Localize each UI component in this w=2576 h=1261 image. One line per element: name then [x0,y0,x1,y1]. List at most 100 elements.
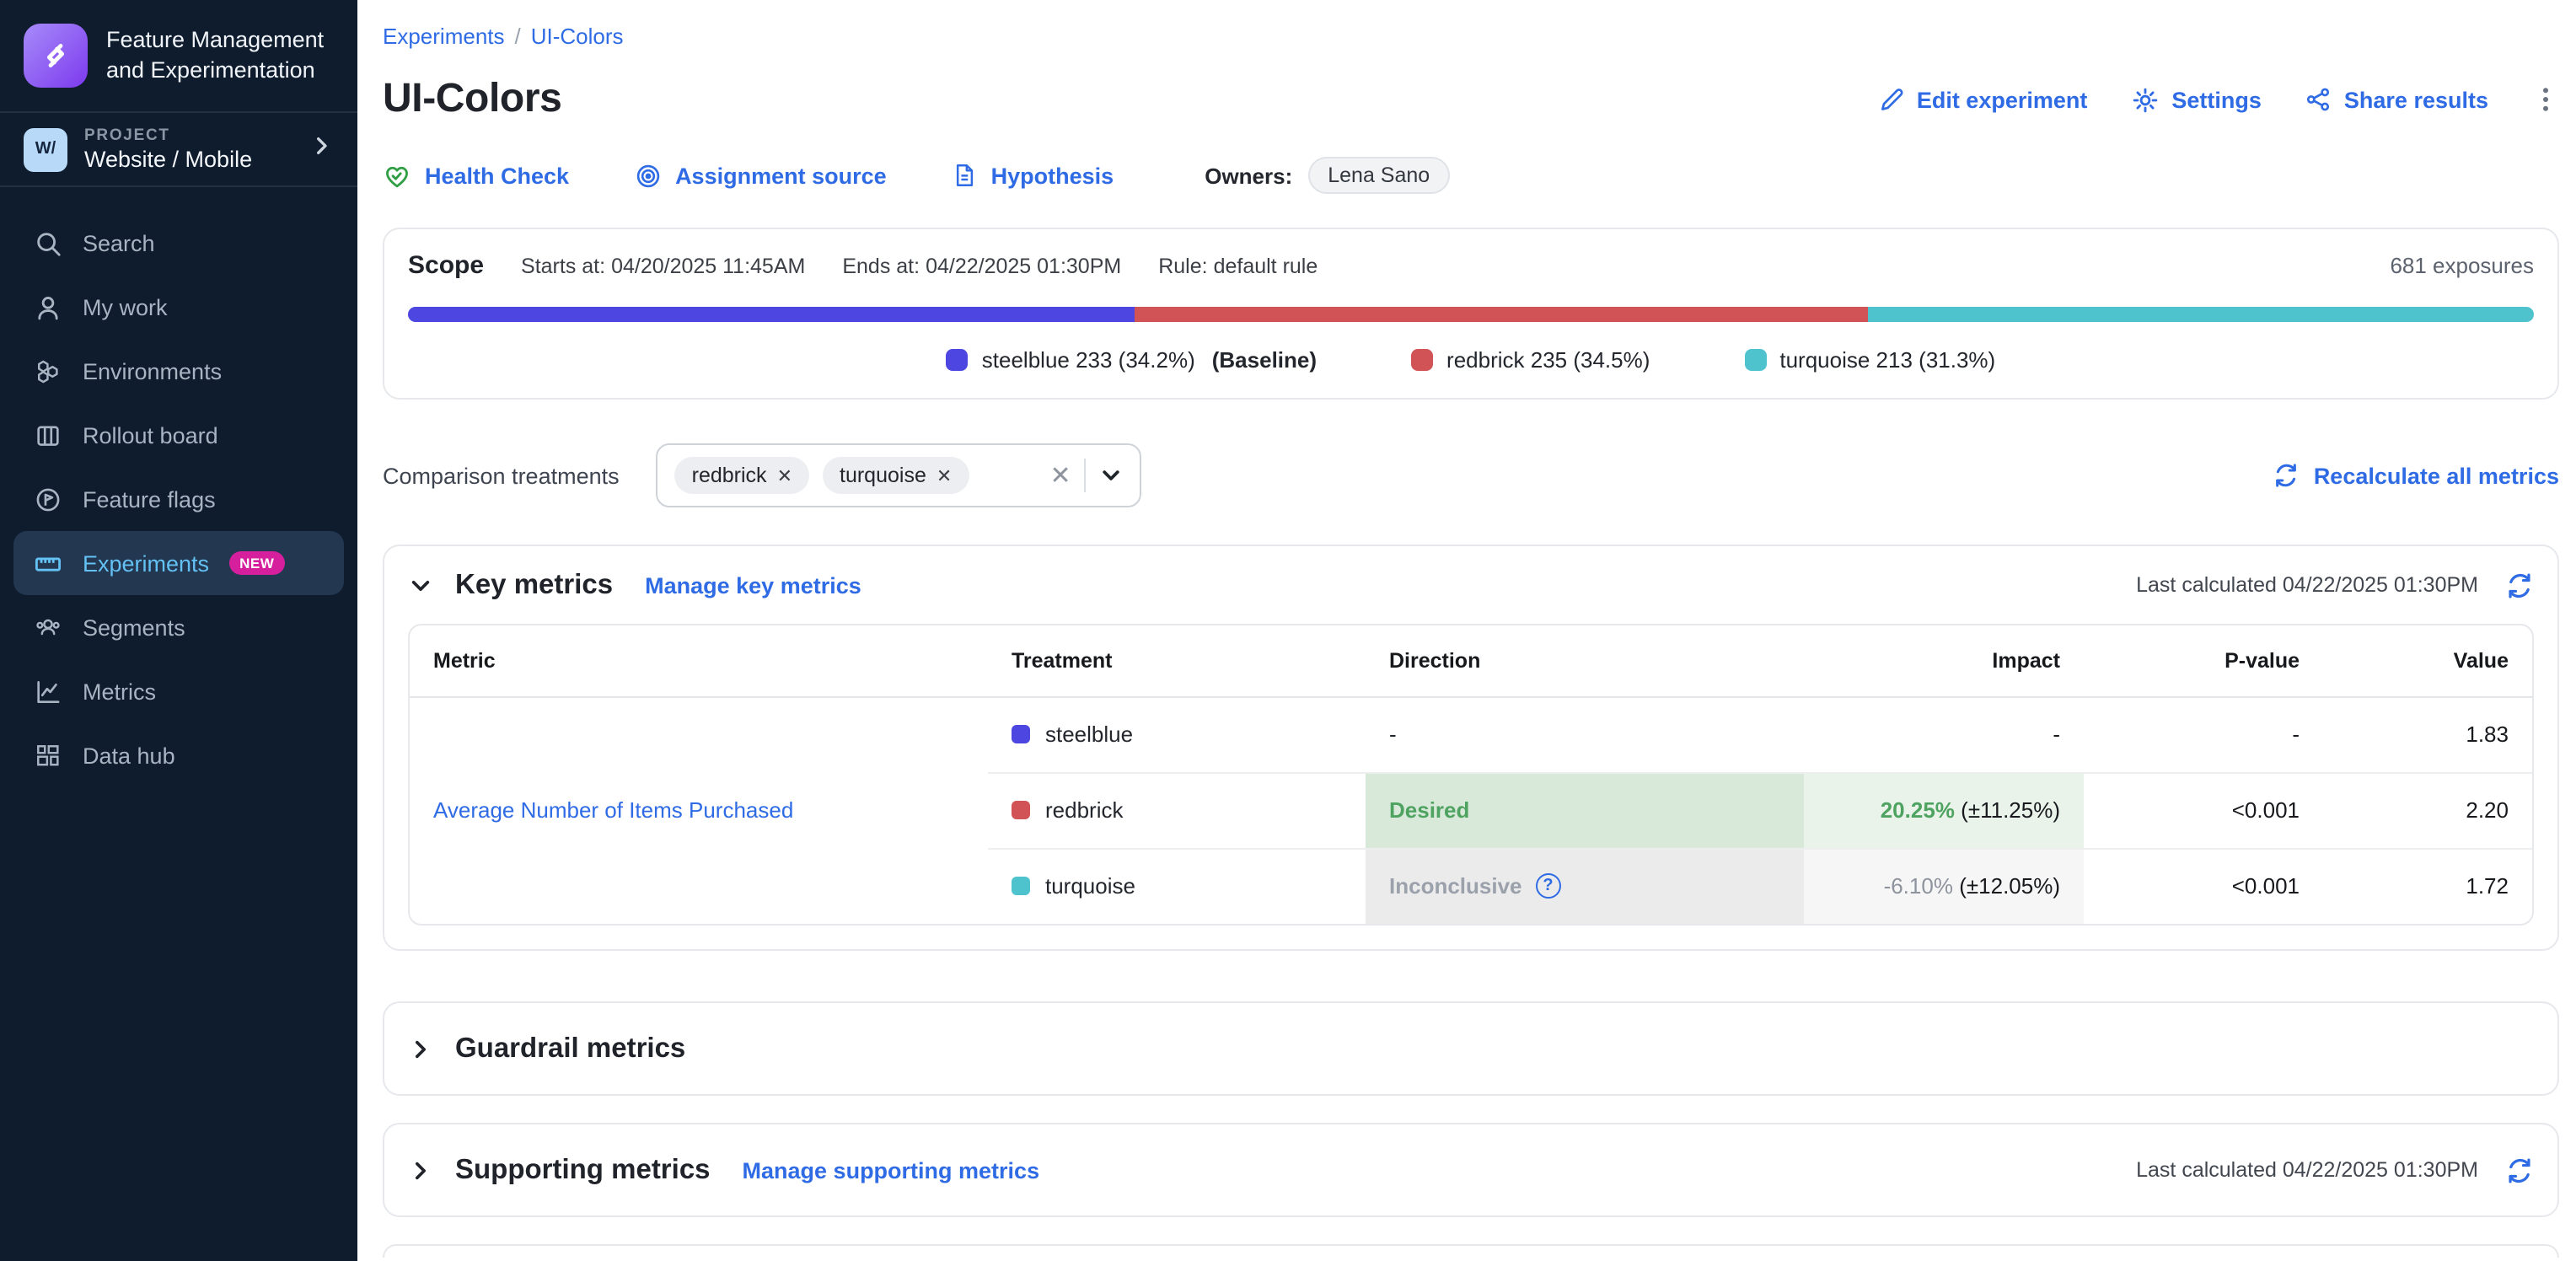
treatment-distribution-bar [408,307,2534,322]
key-metrics-title: Key metrics [455,569,613,601]
chevron-right-icon [309,132,334,166]
sidebar: Feature Management and Experimentation W… [0,0,357,1261]
guardrail-metrics-title: Guardrail metrics [455,1033,685,1065]
collapse-chevron-right-icon[interactable] [408,1036,433,1061]
chip-turquoise[interactable]: turquoise ✕ [823,457,969,494]
app-title: Feature Management and Experimentation [106,25,324,85]
manage-key-metrics-link[interactable]: Manage key metrics [645,572,861,598]
recalculate-all-metrics-button[interactable]: Recalculate all metrics [2273,462,2559,489]
turquoise-swatch [1744,349,1766,371]
document-icon [951,162,978,189]
new-badge: NEW [229,551,284,575]
owner-pill[interactable]: Lena Sano [1307,157,1450,194]
scope-card: Scope Starts at: 04/20/2025 11:45AM Ends… [383,228,2559,400]
gear-icon [2131,85,2160,114]
supporting-metrics-card: Supporting metrics Manage supporting met… [383,1123,2559,1217]
comparison-treatments-select[interactable]: redbrick ✕ turquoise ✕ ✕ [657,443,1142,507]
project-switcher[interactable]: W/ PROJECT Website / Mobile [0,113,357,187]
baseline-label: (Baseline) [1212,347,1317,373]
edit-experiment-button[interactable]: Edit experiment [1878,86,2088,113]
app-root: Feature Management and Experimentation W… [0,0,2576,1261]
pvalue-value: - [2292,722,2300,747]
metric-name-link[interactable]: Average Number of Items Purchased [433,798,793,824]
page-title: UI-Colors [383,76,561,123]
kebab-menu-button[interactable] [2532,84,2559,115]
col-treatment: Treatment [988,625,1366,696]
health-check-link[interactable]: Health Check [383,161,569,190]
scope-title: Scope [408,251,484,280]
settings-button[interactable]: Settings [2131,85,2262,114]
project-label: PROJECT [84,126,252,145]
owners: Owners: Lena Sano [1205,157,1450,194]
sidebar-item-feature-flags[interactable]: Feature flags [13,467,344,531]
scope-ends: Ends at: 04/22/2025 01:30PM [842,255,1121,278]
col-metric: Metric [410,625,988,696]
refresh-icon [2273,462,2300,489]
sidebar-item-rollout-board[interactable]: Rollout board [13,403,344,467]
remove-chip-icon[interactable]: ✕ [936,464,952,486]
exposures-count: 681 exposures [2390,253,2534,278]
impact-ci: (±11.25%) [1961,797,2060,823]
refresh-icon[interactable] [2505,571,2534,599]
steelblue-swatch [947,349,969,371]
refresh-icon[interactable] [2505,1156,2534,1184]
project-avatar: W/ [24,127,67,171]
treatment-name: redbrick [1045,797,1124,823]
legend-item-steelblue: steelblue 233 (34.2%) (Baseline) [947,347,1317,373]
share-results-button[interactable]: Share results [2305,86,2488,113]
hexagons-icon [34,357,62,385]
scope-starts: Starts at: 04/20/2025 11:45AM [521,255,805,278]
manage-supporting-metrics-link[interactable]: Manage supporting metrics [743,1157,1040,1183]
line-chart-icon [34,677,62,706]
direction-value: Desired [1389,797,1469,823]
key-metrics-last-calculated: Last calculated 04/22/2025 01:30PM [2136,573,2478,597]
sidebar-nav: Search My work Environments Rollout boar… [0,187,357,811]
select-divider [1085,459,1087,492]
col-impact: Impact [1804,625,2084,696]
value-value: 1.83 [2466,722,2509,747]
search-icon [34,228,62,257]
bar-segment-redbrick [1135,307,1869,322]
value-value: 1.72 [2466,874,2509,899]
chevron-down-icon[interactable] [1100,464,1124,487]
comparison-row: Comparison treatments redbrick ✕ turquoi… [383,443,2559,507]
remove-chip-icon[interactable]: ✕ [777,464,792,486]
main-content: Experiments / UI-Colors UI-Colors Edit e… [357,0,2576,1261]
next-section-card-edge [383,1244,2559,1258]
table-row-steelblue: Average Number of Items Purchased steelb… [410,696,2532,772]
steelblue-swatch [1012,725,1030,743]
sidebar-item-environments[interactable]: Environments [13,339,344,403]
project-name: Website / Mobile [84,147,252,172]
sidebar-item-my-work[interactable]: My work [13,275,344,339]
turquoise-swatch [1012,877,1030,896]
impact-value: 20.25% [1881,797,1955,823]
sidebar-item-segments[interactable]: Segments [13,595,344,659]
collapse-chevron-down-icon[interactable] [408,572,433,598]
sidebar-item-data-hub[interactable]: Data hub [13,723,344,787]
chip-redbrick[interactable]: redbrick ✕ [675,457,809,494]
value-value: 2.20 [2466,797,2509,823]
breadcrumb-current-link[interactable]: UI-Colors [531,24,624,49]
app-logo-icon [24,24,88,88]
table-header-row: Metric Treatment Direction Impact P-valu… [410,625,2532,696]
ruler-icon [34,549,62,577]
experiment-meta-row: Health Check Assignment source Hypothesi… [383,157,2559,194]
clear-selection-icon[interactable]: ✕ [1049,460,1071,491]
hypothesis-link[interactable]: Hypothesis [951,162,1114,189]
assignment-source-link[interactable]: Assignment source [633,161,887,190]
sidebar-item-metrics[interactable]: Metrics [13,659,344,723]
legend-item-redbrick: redbrick 235 (34.5%) [1411,347,1650,373]
heart-check-icon [383,161,411,190]
help-icon[interactable]: ? [1536,874,1561,899]
sidebar-item-search[interactable]: Search [13,211,344,275]
impact-value: - [2053,722,2060,747]
flag-circle-icon [34,485,62,513]
columns-icon [34,421,62,449]
supporting-metrics-title: Supporting metrics [455,1154,711,1186]
sidebar-item-experiments[interactable]: Experiments NEW [13,531,344,595]
collapse-chevron-right-icon[interactable] [408,1157,433,1183]
guardrail-metrics-card: Guardrail metrics [383,1001,2559,1096]
breadcrumb-experiments-link[interactable]: Experiments [383,24,505,49]
legend-item-turquoise: turquoise 213 (31.3%) [1744,347,1995,373]
breadcrumb: Experiments / UI-Colors [383,24,2559,49]
